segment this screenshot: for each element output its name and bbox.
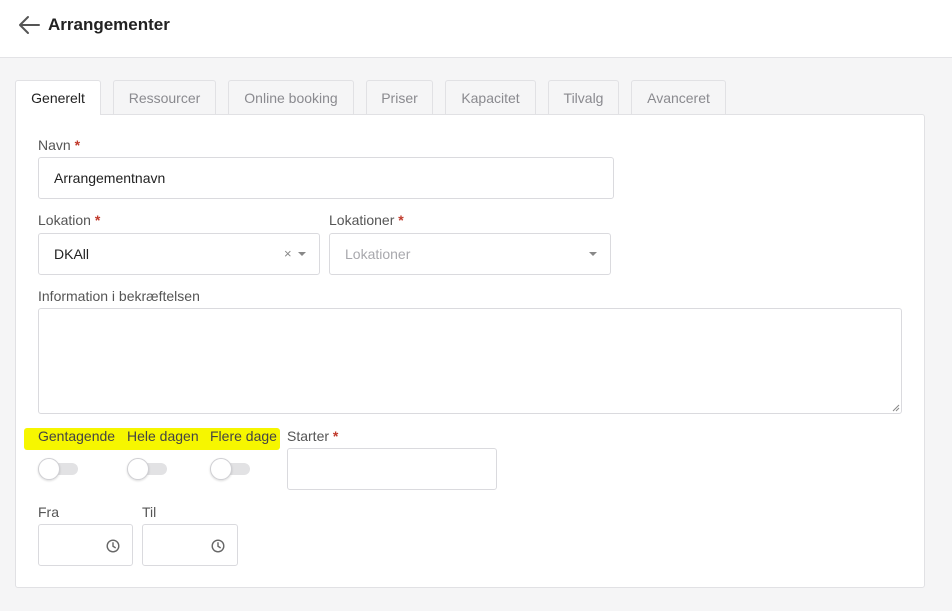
top-bar: Arrangementer xyxy=(0,0,952,58)
clear-icon[interactable]: × xyxy=(284,246,292,261)
locations-select[interactable]: Lokationer xyxy=(329,233,611,275)
multi-day-toggle[interactable] xyxy=(210,458,252,480)
from-label: Fra xyxy=(38,504,59,520)
location-label: Lokation * xyxy=(38,212,100,228)
location-select-value: DKAll xyxy=(54,246,90,262)
location-label-text: Lokation xyxy=(38,212,91,228)
tab-online-booking[interactable]: Online booking xyxy=(228,80,354,115)
required-mark: * xyxy=(74,137,81,153)
tab-generelt[interactable]: Generelt xyxy=(15,80,101,115)
tab-kapacitet[interactable]: Kapacitet xyxy=(445,80,536,115)
from-time-input[interactable] xyxy=(38,524,133,566)
repeating-toggle[interactable] xyxy=(38,458,80,480)
toggle-label-multi-day: Flere dage xyxy=(210,428,277,444)
to-label: Til xyxy=(142,504,157,520)
starts-input[interactable] xyxy=(287,448,497,490)
info-label: Information i bekræftelsen xyxy=(38,288,200,304)
all-day-toggle[interactable] xyxy=(127,458,169,480)
location-select[interactable]: DKAll × xyxy=(38,233,320,275)
required-mark: * xyxy=(398,212,404,228)
chevron-down-icon xyxy=(589,252,597,256)
locations-placeholder: Lokationer xyxy=(345,246,411,262)
name-input[interactable] xyxy=(38,157,614,199)
toggle-label-repeating: Gentagende xyxy=(38,428,116,444)
info-textarea[interactable] xyxy=(38,308,902,414)
required-mark: * xyxy=(94,212,101,228)
tab-tilvalg[interactable]: Tilvalg xyxy=(548,80,619,115)
locations-label-text: Lokationer xyxy=(329,212,395,228)
clock-icon[interactable] xyxy=(211,539,225,553)
name-label: Navn * xyxy=(38,137,80,153)
tab-avanceret[interactable]: Avanceret xyxy=(631,80,726,115)
starts-label: Starter * xyxy=(287,428,338,444)
locations-label: Lokationer * xyxy=(329,212,404,228)
toggle-label-all-day: Hele dagen xyxy=(127,428,199,444)
tab-priser[interactable]: Priser xyxy=(366,80,433,115)
to-time-input[interactable] xyxy=(142,524,238,566)
clock-icon[interactable] xyxy=(106,539,120,553)
required-mark: * xyxy=(332,428,339,444)
resize-handle-icon[interactable] xyxy=(892,404,900,412)
toggle-knob xyxy=(127,458,149,480)
chevron-down-icon xyxy=(298,252,306,256)
page-title: Arrangementer xyxy=(48,15,170,34)
starts-label-text: Starter xyxy=(287,428,330,444)
toggle-knob xyxy=(38,458,60,480)
arrow-left-icon[interactable] xyxy=(17,14,41,36)
tab-ressourcer[interactable]: Ressourcer xyxy=(113,80,216,115)
toggle-knob xyxy=(210,458,232,480)
name-label-text: Navn xyxy=(38,137,71,153)
